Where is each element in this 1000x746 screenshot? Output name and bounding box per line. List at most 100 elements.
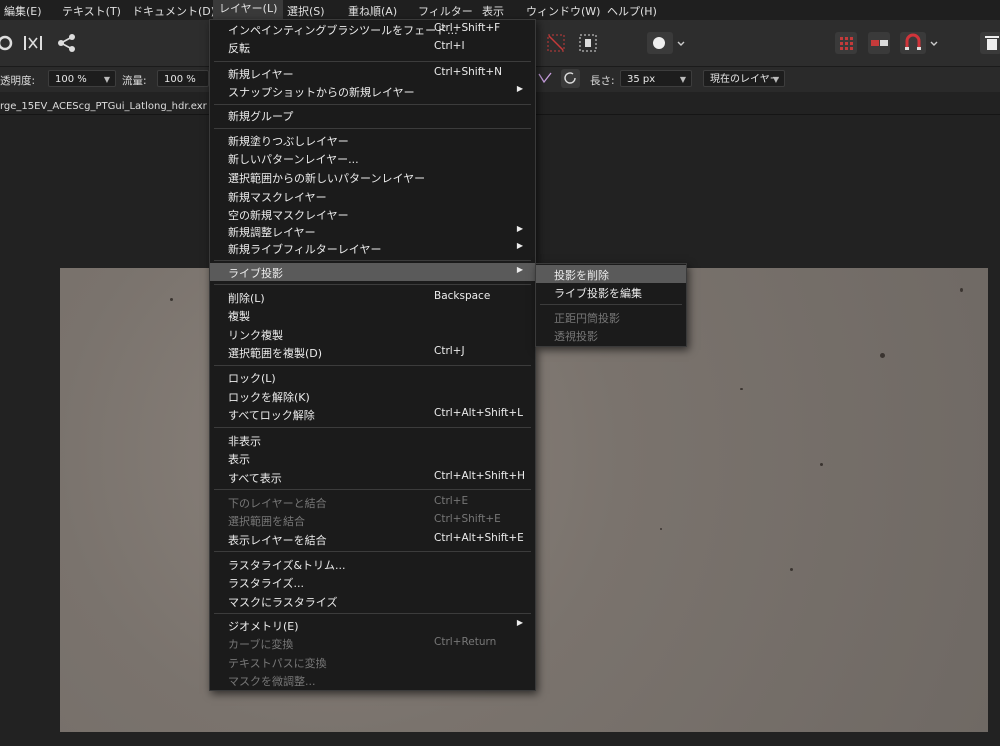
align-icon[interactable] [868, 32, 890, 54]
menu-item-new-live-filter-layer[interactable]: 新規ライブフィルターレイヤー ▶ [210, 239, 535, 257]
menu-separator [214, 61, 531, 62]
submenu-item-equirectangular: 正距円筒投影 [554, 312, 620, 325]
flow-field[interactable]: 100 % [157, 70, 209, 87]
submenu-item-edit-live-projection[interactable]: ライブ投影を編集 [536, 283, 686, 301]
menu-item-convert-to-curves: カーブに変換 Ctrl+Return [228, 636, 497, 651]
menu-separator [214, 427, 531, 428]
flow-label: 流量: [122, 75, 147, 87]
menu-separator [214, 260, 531, 261]
rotate-icon[interactable] [561, 69, 580, 88]
menu-item-duplicate-linked[interactable]: リンク複製 [210, 325, 535, 343]
menu-view[interactable]: 表示 [482, 3, 504, 19]
chevron-down-icon: ▼ [103, 75, 110, 84]
menu-item-merge-selected: 選択範囲を結合 Ctrl+Shift+E [228, 513, 501, 528]
share-icon[interactable] [56, 32, 78, 54]
chevron-right-icon: ▶ [516, 84, 523, 93]
texture-speck [880, 353, 885, 358]
menu-item-rasterize-to-mask[interactable]: マスクにラスタライズ [210, 592, 535, 610]
submenu-item-perspective: 透視投影 [554, 330, 598, 343]
length-field[interactable]: 35 px ▼ [620, 70, 692, 87]
menu-separator [214, 489, 531, 490]
menu-separator [214, 365, 531, 366]
menu-layer[interactable]: レイヤー(L) [213, 0, 284, 20]
menu-window[interactable]: ウィンドウ(W) [526, 3, 600, 19]
menu-item-merge-down: 下のレイヤーと結合 Ctrl+E [228, 495, 469, 510]
menu-item-unlock[interactable]: ロックを解除(K) [210, 387, 535, 405]
menu-item-new-mask-layer[interactable]: 新規マスクレイヤー [210, 187, 535, 205]
menu-item-live-projection[interactable]: ライブ投影 ▶ [210, 263, 535, 281]
chevron-right-icon: ▶ [516, 241, 523, 250]
distribute-icon[interactable] [22, 32, 44, 54]
chevron-down-icon[interactable] [928, 32, 940, 54]
menu-arrange[interactable]: 重ね順(A) [348, 3, 397, 19]
texture-speck [170, 298, 173, 301]
texture-speck [660, 528, 662, 530]
grid-cross-icon[interactable] [545, 32, 567, 54]
menu-separator [214, 128, 531, 129]
menu-item-invert[interactable]: 反転 Ctrl+I [210, 38, 535, 56]
menu-item-new-group[interactable]: 新規グループ [210, 106, 535, 124]
menu-item-unlock-all[interactable]: すべてロック解除 Ctrl+Alt+Shift+L [210, 405, 535, 423]
menu-item-refine-mask: マスクを微調整... [228, 675, 316, 688]
layer-source-value: 現在のレイヤー [710, 74, 780, 85]
menu-item-duplicate-selection[interactable]: 選択範囲を複製(D) Ctrl+J [210, 343, 535, 361]
menu-separator [214, 551, 531, 552]
menu-item-show[interactable]: 表示 [210, 449, 535, 467]
menu-help[interactable]: ヘルプ(H) [607, 3, 657, 19]
menu-item-new-adjustment-layer[interactable]: 新規調整レイヤー ▶ [210, 222, 535, 240]
menu-item-new-pattern-from-selection[interactable]: 選択範囲からの新しいパターンレイヤー [210, 168, 535, 186]
menu-item-fade-inpainting[interactable]: インペインティングブラシツールをフェード... Ctrl+Shift+F [210, 20, 535, 38]
menu-filter[interactable]: フィルター [418, 3, 473, 19]
circle-brush-icon[interactable] [647, 32, 673, 54]
live-projection-submenu: 投影を削除 ライブ投影を編集 正距円筒投影 透視投影 [535, 263, 687, 347]
layer-source-select[interactable]: 現在のレイヤー ▼ [703, 70, 785, 87]
menu-item-new-layer[interactable]: 新規レイヤー Ctrl+Shift+N [210, 64, 535, 82]
chevron-down-icon: ▼ [772, 75, 779, 84]
length-value: 35 px [627, 74, 656, 85]
length-label: 長さ: [590, 75, 615, 87]
menu-separator [214, 613, 531, 614]
menu-item-rasterize[interactable]: ラスタライズ... [210, 573, 535, 591]
flow-value: 100 % [164, 74, 196, 85]
menu-item-show-all[interactable]: すべて表示 Ctrl+Alt+Shift+H [210, 468, 535, 486]
menu-item-geometry[interactable]: ジオメトリ(E) ▶ [210, 616, 535, 634]
menu-item-lock[interactable]: ロック(L) [210, 368, 535, 386]
menu-separator [540, 304, 682, 305]
curve-icon[interactable] [536, 69, 554, 87]
opacity-label: 透明度: [0, 75, 36, 87]
document-tab[interactable]: rge_15EV_ACEScg_PTGui_Latlong_hdr.exr [変… [0, 97, 244, 112]
menu-text[interactable]: テキスト(T) [62, 3, 121, 19]
texture-speck [740, 388, 743, 390]
menu-separator [214, 104, 531, 105]
snapping-grid-icon[interactable] [835, 32, 857, 54]
texture-speck [790, 568, 793, 571]
texture-speck [820, 463, 823, 466]
layer-menu: インペインティングブラシツールをフェード... Ctrl+Shift+F 反転 Ct… [209, 19, 536, 691]
menu-select[interactable]: 選択(S) [287, 3, 325, 19]
menu-item-new-layer-from-snapshot[interactable]: スナップショットからの新規レイヤー ▶ [210, 82, 535, 100]
menu-item-duplicate[interactable]: 複製 [210, 306, 535, 324]
menu-bar: 編集(E) テキスト(T) ドキュメント(D) レイヤー(L) 選択(S) 重ね… [0, 0, 1000, 20]
submenu-item-remove-projection[interactable]: 投影を削除 [536, 265, 686, 283]
opacity-value: 100 % [55, 74, 87, 85]
menu-item-rasterize-trim[interactable]: ラスタライズ&トリム... [210, 555, 535, 573]
menu-item-new-pattern-layer[interactable]: 新しいパターンレイヤー... [210, 149, 535, 167]
menu-item-delete[interactable]: 削除(L) Backspace [210, 288, 535, 306]
menu-item-convert-to-text-path: テキストパスに変換 [228, 657, 327, 670]
frame-icon[interactable] [577, 32, 599, 54]
chevron-right-icon: ▶ [516, 224, 523, 233]
gear-icon[interactable] [0, 32, 16, 54]
menu-edit[interactable]: 編集(E) [4, 3, 42, 19]
chevron-right-icon: ▶ [516, 265, 523, 274]
trash-icon[interactable] [980, 32, 1000, 54]
magnet-icon[interactable] [900, 32, 926, 54]
opacity-field[interactable]: 100 % ▼ [48, 70, 116, 87]
menu-item-merge-visible[interactable]: 表示レイヤーを結合 Ctrl+Alt+Shift+E [210, 530, 535, 548]
chevron-down-icon[interactable] [675, 32, 687, 54]
menu-separator [214, 284, 531, 285]
menu-document[interactable]: ドキュメント(D) [132, 3, 215, 19]
menu-item-new-empty-mask-layer[interactable]: 空の新規マスクレイヤー [210, 205, 535, 223]
texture-speck [960, 288, 963, 292]
menu-item-new-fill-layer[interactable]: 新規塗りつぶしレイヤー [210, 131, 535, 149]
menu-item-hide[interactable]: 非表示 [210, 431, 535, 449]
